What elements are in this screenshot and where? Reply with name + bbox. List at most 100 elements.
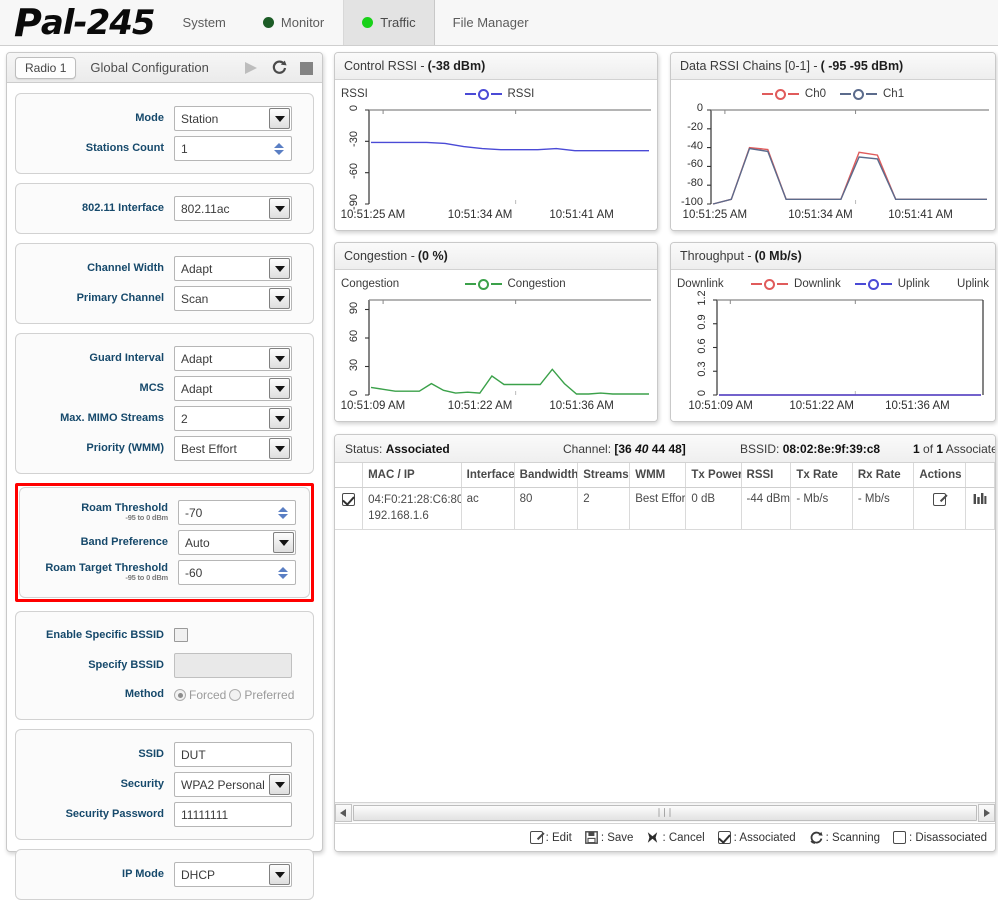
nav-item-traffic[interactable]: Traffic — [343, 0, 435, 45]
chevron-down-icon[interactable] — [269, 288, 290, 309]
highlighted-roaming-settings: Roam Threshold -95 to 0 dBm -70 Band Prefer… — [15, 483, 314, 602]
field-label-text: Channel Width — [87, 261, 164, 274]
play-icon[interactable] — [243, 61, 259, 75]
select-mcs[interactable]: Adapt — [174, 376, 292, 401]
radio-1-tab[interactable]: Radio 1 — [15, 56, 77, 79]
column-header-streams: Streams — [577, 463, 631, 488]
config-row-mode: Mode Station — [22, 106, 307, 131]
select-security[interactable]: WPA2 Personal — [174, 772, 292, 797]
cancel-icon — [648, 832, 658, 843]
chart-plot-area: Congestion Congestion 90 60 30 0 10:51:09 AM 10… — [335, 270, 657, 421]
checked-box-icon[interactable] — [342, 493, 356, 506]
edit-icon[interactable] — [933, 493, 947, 506]
chart-title-value: ( -95 -95 dBm) — [820, 59, 904, 73]
nav-item-file-manager[interactable]: File Manager — [435, 0, 548, 45]
chevron-down-icon[interactable] — [269, 438, 290, 459]
scroll-right-arrow[interactable] — [978, 803, 995, 822]
chart-title-main: Congestion - — [344, 249, 415, 263]
row-select-cell[interactable] — [335, 487, 364, 531]
checkbox-enable-specific-bssid[interactable] — [174, 627, 188, 642]
x-axis-tick-label: 10:51:09 AM — [688, 400, 753, 412]
field-label-ssid: SSID — [22, 747, 174, 761]
select-mode[interactable]: Station — [174, 106, 292, 131]
assoc-count: 1 — [913, 441, 920, 456]
cell-bandwidth: 80 — [514, 487, 579, 531]
chevron-down-icon[interactable] — [269, 408, 290, 429]
x-axis-tick-label: 10:51:22 AM — [789, 400, 854, 412]
nav-item-system[interactable]: System — [165, 0, 245, 45]
legend-save: : Save — [584, 831, 633, 844]
select-ip-mode[interactable]: DHCP — [174, 862, 292, 887]
select-value: Adapt — [181, 351, 213, 366]
chevron-down-icon[interactable] — [273, 532, 294, 553]
table-row[interactable]: 04:F0:21:28:C6:80 192.168.1.6 ac 80 2 Best Ef… — [335, 487, 995, 531]
select-priority-wmm[interactable]: Best Effort — [174, 436, 292, 461]
text-input-security-password[interactable]: 11111111 — [174, 802, 292, 827]
field-label-priority-wmm: Priority (WMM) — [22, 442, 174, 455]
text-input-ssid[interactable]: DUT — [174, 742, 292, 767]
field-label-text: SSID — [138, 747, 164, 760]
cell-chart-action[interactable] — [965, 487, 995, 531]
spinner-arrows[interactable] — [273, 501, 295, 524]
chart-title: Throughput - (0 Mb/s) — [671, 243, 995, 270]
radio-preferred[interactable] — [229, 689, 242, 701]
x-axis-tick-label: 10:51:34 AM — [788, 209, 853, 221]
spinner-down-icon — [277, 513, 288, 519]
field-label-method: Method — [22, 688, 174, 701]
radio-forced[interactable] — [174, 689, 186, 701]
status-value: Associated — [385, 441, 450, 456]
select-802-11-interface[interactable]: 802.11ac — [174, 196, 292, 221]
chevron-down-icon[interactable] — [269, 108, 290, 129]
spinner-stations-count[interactable]: 1 — [174, 136, 292, 161]
select-channel-width[interactable]: Adapt — [174, 256, 292, 281]
cell-mac-ip: 04:F0:21:28:C6:80 192.168.1.6 — [362, 487, 462, 531]
field-label-text: IP Mode — [122, 867, 164, 880]
column-header-actions: Actions — [913, 463, 967, 488]
field-label-text: Specify BSSID — [88, 658, 164, 671]
field-label-specify-bssid: Specify BSSID — [22, 658, 174, 672]
y-axis-tick-label: -20 — [687, 120, 703, 133]
select-band-preference[interactable]: Auto — [178, 530, 296, 555]
column-header-bandwidth: Bandwidth — [514, 463, 579, 488]
config-row-stations-count: Stations Count 1 — [22, 136, 307, 161]
config-group-0: Mode Station Stations Count 1 — [15, 93, 314, 174]
config-group-3: Guard Interval Adapt MCS Adapt Max. MIMO Str… — [15, 333, 314, 474]
config-row-primary-channel: Primary Channel Scan — [22, 286, 307, 311]
chevron-down-icon[interactable] — [269, 258, 290, 279]
chevron-down-icon[interactable] — [269, 774, 290, 795]
chevron-down-icon[interactable] — [269, 198, 290, 219]
cell-actions[interactable] — [913, 487, 967, 531]
scrollbar-thumb[interactable]: ∣∣∣ — [353, 804, 977, 821]
horizontal-scrollbar[interactable]: ∣∣∣ — [335, 802, 995, 822]
spinner-roam-threshold[interactable]: -70 — [178, 500, 296, 525]
scanning-icon — [810, 831, 823, 844]
config-row-method: Method Forced Preferred — [22, 683, 307, 707]
y-axis-tick-label: 0 — [696, 102, 703, 114]
chevron-down-icon[interactable] — [269, 378, 290, 399]
spinner-roam-target-threshold[interactable]: -60 — [178, 560, 296, 585]
cell-interface: ac — [461, 487, 515, 531]
config-group-4: Roam Threshold -95 to 0 dBm -70 Band Prefer… — [19, 487, 310, 598]
chart-plot-area: Downlink Downlink Uplink Uplink 1.2 0.9 0.6 0.3… — [671, 270, 995, 421]
y-axis-tick-label: 0.9 — [696, 314, 708, 330]
association-count-segment: 1 of 1 Associated — [913, 441, 995, 456]
select-primary-channel[interactable]: Scan — [174, 286, 292, 311]
chevron-down-icon[interactable] — [269, 864, 290, 885]
refresh-icon[interactable] — [271, 60, 287, 76]
nav-item-monitor[interactable]: Monitor — [245, 0, 343, 45]
radio-label-preferred: Preferred — [244, 688, 295, 702]
stop-icon[interactable] — [299, 61, 314, 76]
scroll-left-arrow[interactable] — [335, 803, 352, 822]
spinner-arrows[interactable] — [269, 137, 291, 160]
field-label-guard-interval: Guard Interval — [22, 352, 174, 365]
select-max-mimo-streams[interactable]: 2 — [174, 406, 292, 431]
chart-title-main: Data RSSI Chains [0-1] - — [680, 59, 818, 73]
field-label-enable-specific-bssid: Enable Specific BSSID — [22, 629, 174, 642]
spinner-arrows[interactable] — [273, 561, 295, 584]
select-guard-interval[interactable]: Adapt — [174, 346, 292, 371]
chart-title: Data RSSI Chains [0-1] - ( -95 -95 dBm) — [671, 53, 995, 80]
scrollbar-track[interactable]: ∣∣∣ — [352, 803, 978, 822]
config-row-security: Security WPA2 Personal — [22, 772, 307, 797]
field-label-mcs: MCS — [22, 382, 174, 395]
chevron-down-icon[interactable] — [269, 348, 290, 369]
